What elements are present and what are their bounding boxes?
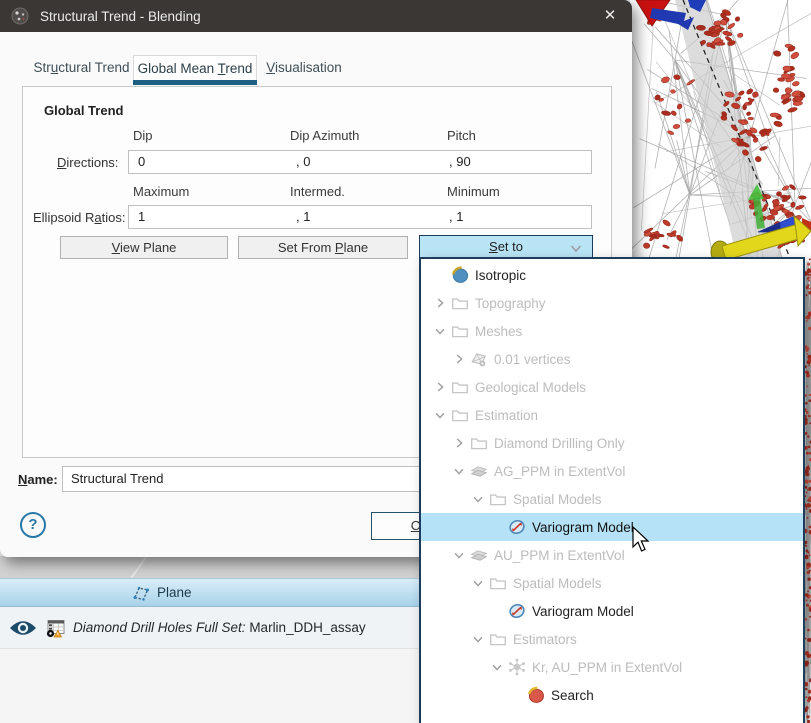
wireframe-line bbox=[130, 556, 177, 578]
ellipsoid-ratios-input[interactable]: 1 , 1 , 1 bbox=[128, 205, 592, 229]
tree-item-spatial-models-au[interactable]: Spatial Models bbox=[421, 569, 803, 597]
variogram-icon bbox=[508, 518, 526, 536]
drillhole-table-icon bbox=[46, 618, 66, 638]
view-plane-button[interactable]: View Plane bbox=[60, 236, 228, 259]
chevron-right-icon[interactable] bbox=[433, 296, 447, 310]
ellipsoid-ratios-label: Ellipsoid Ratios: bbox=[33, 210, 126, 225]
shape-list-row-drillholes[interactable]: Diamond Drill Holes Full Set: Marlin_DDH… bbox=[0, 607, 419, 649]
application-window: Plane Diamond Drill Holes Full Set: Marl… bbox=[0, 0, 811, 723]
chevron-right-icon[interactable] bbox=[433, 380, 447, 394]
dip-value: 0 bbox=[138, 151, 145, 173]
column-label-intermed: Intermed. bbox=[290, 184, 345, 199]
column-label-dip: Dip bbox=[133, 128, 153, 143]
tab-visualisation[interactable]: Visualisation bbox=[262, 55, 346, 80]
tree-item-kriging[interactable]: Kr, AU_PPM in ExtentVol bbox=[421, 653, 803, 681]
interpolant-icon bbox=[470, 546, 488, 564]
dialog-titlebar[interactable]: Structural Trend - Blending ✕ bbox=[0, 0, 632, 32]
directions-input[interactable]: 0 , 0 , 90 bbox=[128, 150, 592, 174]
chevron-down-icon[interactable] bbox=[433, 408, 447, 422]
mesh-icon bbox=[470, 350, 488, 368]
kriging-icon bbox=[508, 658, 526, 676]
chevron-right-icon[interactable] bbox=[452, 436, 466, 450]
folder-icon bbox=[489, 630, 507, 648]
shape-list-header-plane[interactable]: Plane bbox=[0, 578, 419, 607]
tree-item-au-ppm[interactable]: AU_PPM in ExtentVol bbox=[421, 541, 803, 569]
tree-item-geological-models[interactable]: Geological Models bbox=[421, 373, 803, 401]
close-button[interactable]: ✕ bbox=[598, 6, 622, 26]
chevron-down-icon[interactable] bbox=[452, 464, 466, 478]
maximum-value: 1 bbox=[138, 206, 145, 228]
name-label: Name: bbox=[18, 472, 58, 487]
chevron-down-icon bbox=[568, 240, 584, 256]
chevron-down-icon[interactable] bbox=[433, 324, 447, 338]
pitch-value: , 90 bbox=[449, 151, 456, 173]
shape-list-panel: Plane Diamond Drill Holes Full Set: Marl… bbox=[0, 578, 419, 723]
variogram-icon bbox=[508, 602, 526, 620]
folder-icon bbox=[451, 322, 469, 340]
folder-icon bbox=[451, 406, 469, 424]
tree-item-variogram-model-ag[interactable]: Variogram Model bbox=[421, 513, 803, 541]
column-label-maximum: Maximum bbox=[133, 184, 189, 199]
tree-item-diamond-drilling-only[interactable]: Diamond Drilling Only bbox=[421, 429, 803, 457]
chevron-down-icon[interactable] bbox=[490, 660, 504, 674]
active-tab-indicator bbox=[133, 80, 257, 85]
set-to-dropdown-button[interactable]: Set to bbox=[419, 235, 593, 259]
chevron-down-icon[interactable] bbox=[471, 576, 485, 590]
tree-item-estimators[interactable]: Estimators bbox=[421, 625, 803, 653]
chevron-down-icon[interactable] bbox=[471, 492, 485, 506]
tree-item-001-vertices[interactable]: 0.01 vertices bbox=[421, 345, 803, 373]
tab-global-mean-trend[interactable]: Global Mean Trend bbox=[133, 55, 257, 80]
mouse-cursor bbox=[631, 526, 651, 554]
dip-azimuth-value: , 0 bbox=[296, 151, 303, 173]
global-trend-section-title: Global Trend bbox=[44, 103, 123, 118]
column-label-minimum: Minimum bbox=[447, 184, 500, 199]
folder-icon bbox=[489, 574, 507, 592]
tree-item-isotropic[interactable]: Isotropic bbox=[421, 261, 803, 289]
column-label-dip-azimuth: Dip Azimuth bbox=[290, 128, 359, 143]
visibility-eye-icon[interactable] bbox=[8, 618, 38, 638]
chevron-down-icon[interactable] bbox=[471, 632, 485, 646]
chevron-right-icon[interactable] bbox=[452, 352, 466, 366]
folder-icon bbox=[470, 434, 488, 452]
folder-icon bbox=[451, 294, 469, 312]
set-from-plane-button[interactable]: Set From Plane bbox=[238, 236, 408, 259]
drillhole-row-label: Diamond Drill Holes Full Set: Marlin_DDH… bbox=[73, 620, 366, 635]
directions-label: Directions: bbox=[57, 155, 118, 170]
tree-item-ag-ppm[interactable]: AG_PPM in ExtentVol bbox=[421, 457, 803, 485]
plane-icon bbox=[132, 584, 150, 602]
scene-background bbox=[0, 556, 419, 578]
plane-header-label: Plane bbox=[157, 585, 192, 600]
ellipsoid-blue-icon bbox=[451, 266, 469, 284]
structural-trend-icon bbox=[10, 6, 30, 26]
tree-item-search[interactable]: Search bbox=[421, 681, 803, 709]
chevron-down-icon[interactable] bbox=[452, 548, 466, 562]
column-label-pitch: Pitch bbox=[447, 128, 476, 143]
ellipsoid-red-icon bbox=[527, 686, 545, 704]
minimum-value: , 1 bbox=[449, 206, 456, 228]
tree-item-spatial-models-ag[interactable]: Spatial Models bbox=[421, 485, 803, 513]
3d-viewport[interactable] bbox=[630, 0, 811, 258]
tab-structural-trend[interactable]: Structural Trend bbox=[30, 55, 133, 80]
folder-icon bbox=[451, 378, 469, 396]
3d-viewport-strip[interactable] bbox=[805, 258, 811, 723]
set-to-dropdown-panel: Isotropic Topography Meshes 0.01 vertice… bbox=[419, 257, 805, 723]
tree-item-variogram-model-au[interactable]: Variogram Model bbox=[421, 597, 803, 625]
folder-icon bbox=[489, 490, 507, 508]
dialog-title: Structural Trend - Blending bbox=[40, 9, 201, 24]
tree-item-estimation[interactable]: Estimation bbox=[421, 401, 803, 429]
interpolant-icon bbox=[470, 462, 488, 480]
intermediate-value: , 1 bbox=[296, 206, 303, 228]
tree-item-topography[interactable]: Topography bbox=[421, 289, 803, 317]
tree-item-meshes[interactable]: Meshes bbox=[421, 317, 803, 345]
help-button[interactable]: ? bbox=[20, 512, 46, 538]
